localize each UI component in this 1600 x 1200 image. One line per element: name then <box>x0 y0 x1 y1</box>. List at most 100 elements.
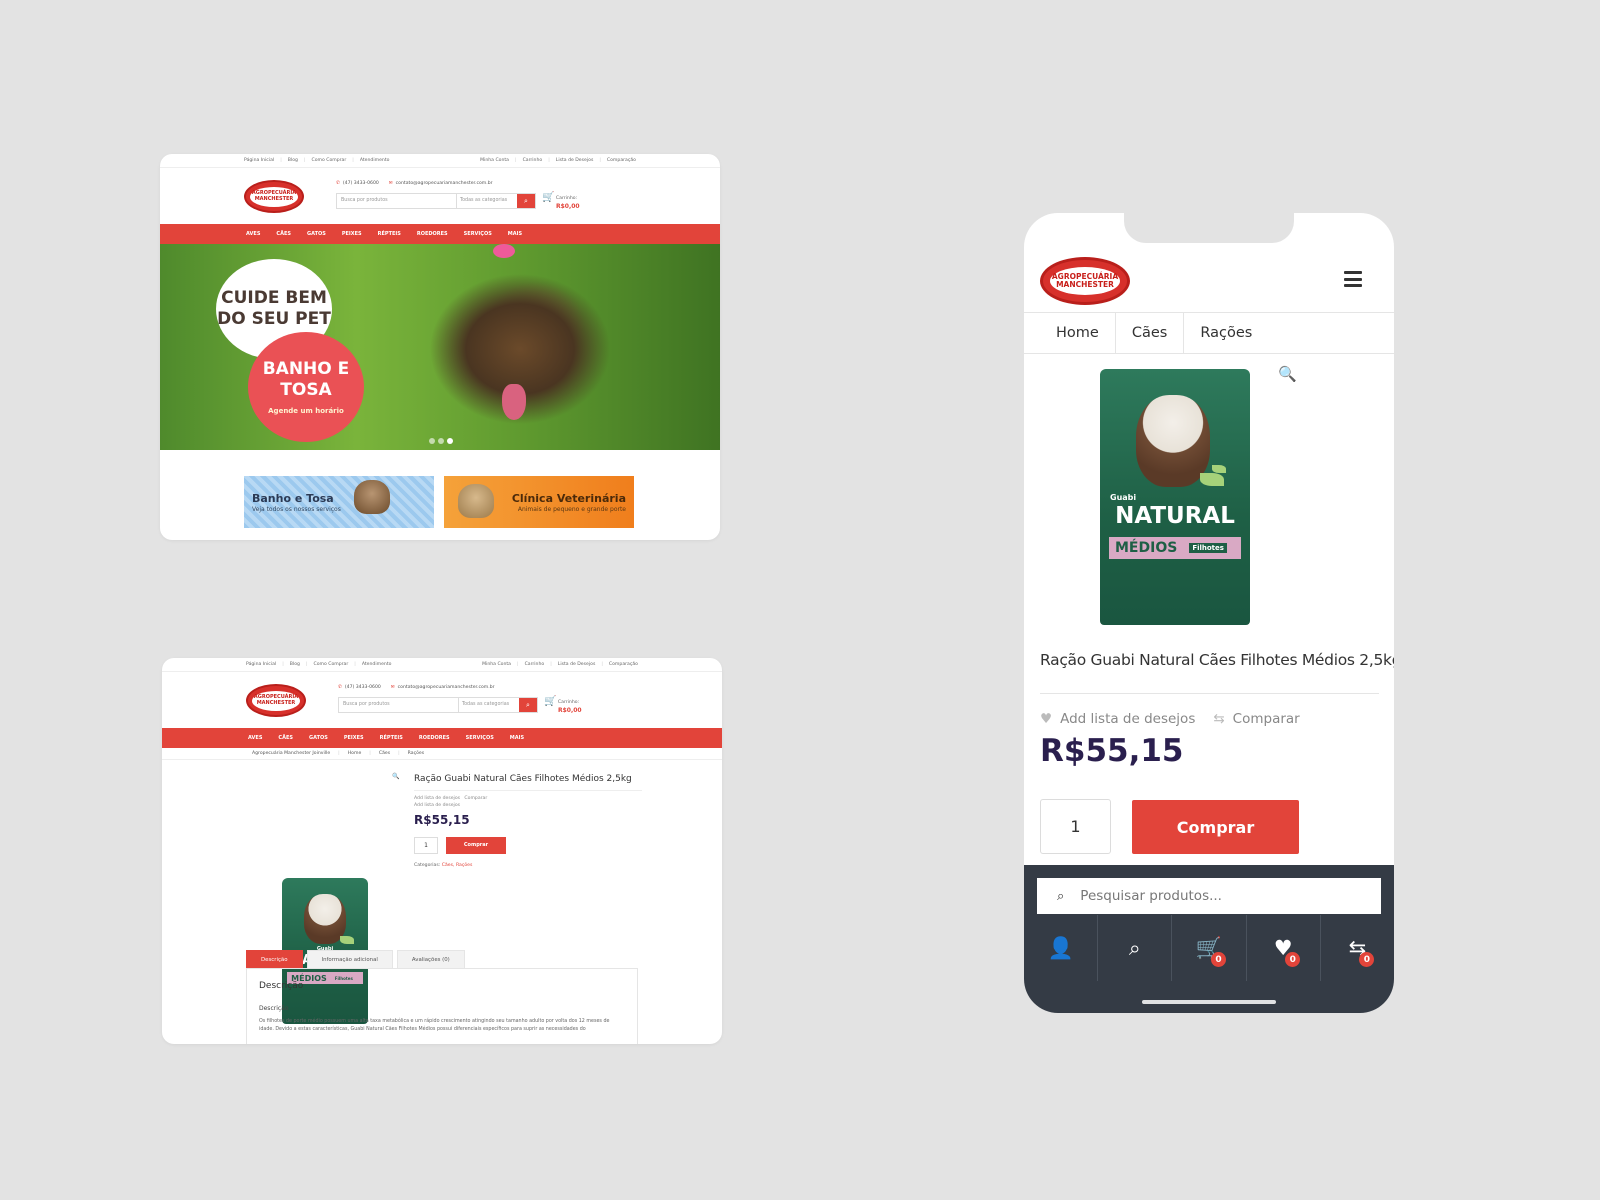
description-heading: Descrição <box>259 981 304 991</box>
top-link[interactable]: Blog <box>280 158 298 163</box>
account-link[interactable]: Minha Conta <box>482 662 511 667</box>
site-logo[interactable]: AGROPECUÁRIA MANCHESTER <box>246 684 306 717</box>
top-link[interactable]: Página Inicial <box>246 662 276 667</box>
top-link[interactable]: Blog <box>282 662 300 667</box>
search-button[interactable]: ⌕ <box>517 194 535 208</box>
wishlist-badge: 0 <box>1285 952 1301 967</box>
wishlist-button[interactable]: ♥ 0 <box>1247 915 1321 981</box>
buy-button[interactable]: Comprar <box>1132 800 1299 854</box>
promo-banho-tosa[interactable]: Banho e Tosa Veja todos os nossos serviç… <box>244 476 434 528</box>
tab-descricao[interactable]: Descrição <box>246 950 303 968</box>
account-button[interactable]: 👤 <box>1024 915 1099 981</box>
heart-icon: ♥ <box>1040 711 1053 727</box>
wishlist-link[interactable]: Lista de Desejos <box>548 158 594 163</box>
contact-info: ✆ (47) 3433-0600 ✉ contato@agropecuariaman… <box>338 685 495 690</box>
search-button[interactable]: ⌕ <box>1098 915 1173 981</box>
nav-item-repteis[interactable]: RÉPTEIS <box>378 231 401 237</box>
slider-dot[interactable] <box>438 438 444 444</box>
mail-icon: ✉ <box>388 181 393 186</box>
desktop-home-mockup: Página Inicial Blog Como Comprar Atendim… <box>160 154 720 540</box>
cart-link[interactable]: Carrinho <box>515 158 543 163</box>
user-icon: 👤 <box>1047 935 1074 960</box>
email-address[interactable]: contato@agropecuariamanchester.com.br <box>396 181 493 186</box>
nav-item-gatos[interactable]: GATOS <box>307 231 326 237</box>
slider-dot-active[interactable] <box>447 438 453 444</box>
breadcrumb-racoes[interactable]: Rações <box>1184 313 1268 353</box>
search-input[interactable]: Busca por produtos <box>337 194 457 208</box>
quantity-input[interactable]: 1 <box>1040 799 1111 854</box>
nav-item-peixes[interactable]: PEIXES <box>342 231 362 237</box>
email-address[interactable]: contato@agropecuariamanchester.com.br <box>398 685 495 690</box>
cart-total: R$0,00 <box>556 203 580 210</box>
breadcrumb-item[interactable]: Cães <box>369 751 390 756</box>
description-panel: Descrição Descrição Os filhotes de porte… <box>246 968 638 1044</box>
cart-button[interactable]: 🛒 0 <box>1172 915 1247 981</box>
nav-item-aves[interactable]: AVES <box>248 735 262 741</box>
breadcrumb-item[interactable]: Rações <box>398 751 424 756</box>
nav-item-mais[interactable]: MAIS <box>510 735 524 741</box>
promo-subtitle: Veja todos os nossos serviços <box>252 506 341 513</box>
wishlist-button[interactable]: Add lista de desejos <box>414 796 460 801</box>
top-link[interactable]: Atendimento <box>354 662 392 667</box>
category-select[interactable]: Todas as categorias <box>459 698 519 712</box>
nav-item-mais[interactable]: MAIS <box>508 231 522 237</box>
search-input[interactable]: ⌕ Pesquisar produtos... <box>1037 878 1381 914</box>
wishlist-link[interactable]: Lista de Desejos <box>550 662 596 667</box>
nav-item-caes[interactable]: CÃES <box>278 735 293 741</box>
compare-button[interactable]: ⇆ Comparar <box>1213 711 1299 727</box>
top-link[interactable]: Como Comprar <box>306 662 348 667</box>
compare-link[interactable]: Comparação <box>601 662 638 667</box>
promo-banners: Banho e Tosa Veja todos os nossos serviç… <box>244 476 634 528</box>
quantity-input[interactable]: 1 <box>414 836 438 854</box>
slider-dot[interactable] <box>429 438 435 444</box>
nav-item-roedores[interactable]: ROEDORES <box>417 231 448 237</box>
site-logo[interactable]: AGROPECUÁRIA MANCHESTER <box>1040 257 1130 305</box>
tab-informacao[interactable]: Informação adicional <box>306 950 393 968</box>
header-cart[interactable]: 🛒 Carrinho: R$0,00 <box>544 696 582 714</box>
product-title: Ração Guabi Natural Cães Filhotes Médios… <box>414 774 642 791</box>
zoom-icon[interactable]: 🔍 <box>1278 365 1297 383</box>
header-cart[interactable]: 🛒 Carrinho: R$0,00 <box>542 192 580 210</box>
account-link[interactable]: Minha Conta <box>480 158 509 163</box>
tab-avaliacoes[interactable]: Avaliações (0) <box>396 950 465 968</box>
wishlist-button[interactable]: ♥ Add lista de desejos <box>1040 711 1195 727</box>
nav-item-roedores[interactable]: ROEDORES <box>419 735 450 741</box>
nav-item-servicos[interactable]: SERVIÇOS <box>466 735 494 741</box>
breadcrumb-home[interactable]: Home <box>1040 313 1116 353</box>
promo-clinica[interactable]: Clínica Veterinária Animais de pequeno e… <box>444 476 634 528</box>
menu-icon[interactable] <box>1344 271 1362 287</box>
phone-number: (47) 3433-0600 <box>344 685 381 690</box>
slider-dots <box>429 438 453 444</box>
search-icon: ⌕ <box>526 700 530 709</box>
nav-item-peixes[interactable]: PEIXES <box>344 735 364 741</box>
cart-link[interactable]: Carrinho <box>517 662 545 667</box>
hero-service-badge: BANHO E TOSA Agende um horário <box>248 332 364 442</box>
breadcrumb-item[interactable]: Home <box>338 751 362 756</box>
bottom-toolbar: ⌕ Pesquisar produtos... 👤 ⌕ 🛒 0 ♥ 0 ⇆ 0 <box>1024 865 1394 1013</box>
category-links[interactable]: Cães, Rações <box>442 863 473 868</box>
search-button[interactable]: ⌕ <box>519 698 537 712</box>
product-image[interactable]: Guabi NATURAL MÉDIOSFilhotes <box>1100 369 1250 625</box>
nav-item-gatos[interactable]: GATOS <box>309 735 328 741</box>
hero-banner[interactable]: CUIDE BEM DO SEU PET BANHO E TOSA Agende… <box>160 244 720 450</box>
nav-item-aves[interactable]: AVES <box>246 231 260 237</box>
nav-item-caes[interactable]: CÃES <box>276 231 291 237</box>
dog-bow <box>493 244 515 258</box>
top-link[interactable]: Como Comprar <box>304 158 346 163</box>
buy-button[interactable]: Comprar <box>446 836 506 854</box>
nav-item-repteis[interactable]: RÉPTEIS <box>380 735 403 741</box>
breadcrumb-caes[interactable]: Cães <box>1116 313 1185 353</box>
wishlist-button-secondary[interactable]: Add lista de desejos <box>414 803 642 810</box>
top-link[interactable]: Página Inicial <box>244 158 274 163</box>
nav-item-servicos[interactable]: SERVIÇOS <box>464 231 492 237</box>
compare-button[interactable]: Comparar <box>464 796 487 801</box>
compare-button[interactable]: ⇆ 0 <box>1321 915 1394 981</box>
compare-link[interactable]: Comparação <box>599 158 636 163</box>
category-select[interactable]: Todas as categorias <box>457 194 517 208</box>
search-input[interactable]: Busca por produtos <box>339 698 459 712</box>
cart-icon: 🛒 <box>544 696 557 707</box>
site-logo[interactable]: AGROPECUÁRIA MANCHESTER <box>244 180 304 213</box>
zoom-icon[interactable]: 🔍 <box>392 773 399 780</box>
top-link[interactable]: Atendimento <box>352 158 390 163</box>
breadcrumb-item[interactable]: Agropecuária Manchester Joinville <box>252 751 330 756</box>
